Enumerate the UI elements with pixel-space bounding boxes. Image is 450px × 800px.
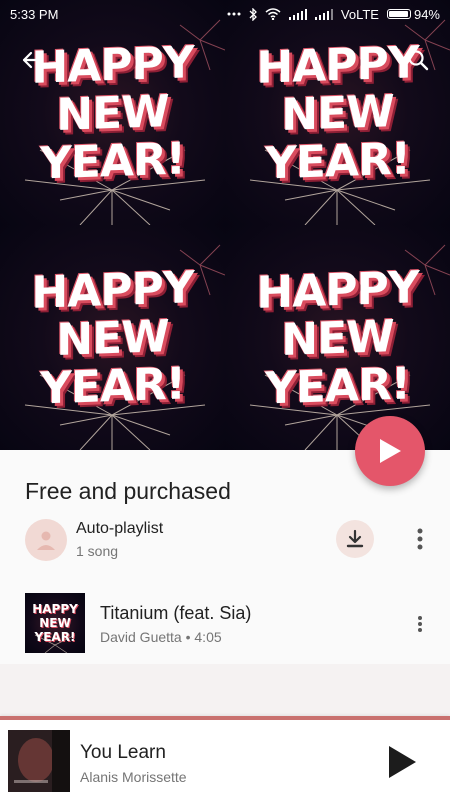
back-button[interactable] xyxy=(14,42,50,78)
art-line: NEW xyxy=(281,86,394,141)
more-vert-icon xyxy=(417,528,423,550)
track-title: Titanium (feat. Sia) xyxy=(100,603,252,623)
happy-new-year-text: HAPPY NEW YEAR! xyxy=(225,262,450,415)
track-meta: David Guetta • 4:05 xyxy=(100,629,222,645)
status-icons: VoLTE 94% xyxy=(227,7,440,22)
download-button[interactable] xyxy=(336,520,374,558)
art-line: YEAR! xyxy=(34,630,76,644)
track-more-button[interactable] xyxy=(405,604,435,644)
signal-icon xyxy=(288,8,307,20)
header-art-collage: HAPPY NEW YEAR! HAPPY NEW YEAR! HAPPY NE… xyxy=(0,0,450,450)
album-art-tile: HAPPY NEW YEAR! xyxy=(0,0,225,225)
art-line: HAPPY xyxy=(256,262,419,319)
art-line: HAPPY xyxy=(32,602,78,616)
battery-icon xyxy=(386,9,411,19)
auto-playlist-count: 1 song xyxy=(76,543,119,559)
more-dots-icon xyxy=(227,12,241,16)
auto-playlist-row[interactable]: Auto-playlist 1 song xyxy=(0,512,450,568)
art-line: HAPPY xyxy=(31,262,194,319)
status-time: 5:33 PM xyxy=(10,6,59,22)
art-line: YEAR! xyxy=(265,358,410,415)
bluetooth-icon xyxy=(249,7,257,21)
play-all-fab[interactable] xyxy=(355,416,425,486)
now-playing-bar[interactable]: You Learn Alanis Morissette xyxy=(0,716,450,800)
track-album-art: HAPPY NEW YEAR! xyxy=(25,593,85,653)
status-bar: 5:33 PM VoLTE 94% xyxy=(0,0,450,28)
section-title: Free and purchased xyxy=(25,478,231,504)
search-icon xyxy=(408,50,429,71)
now-playing-album-art xyxy=(8,730,70,792)
art-line: YEAR! xyxy=(265,133,410,190)
auto-playlist-avatar xyxy=(25,519,67,561)
battery-fill xyxy=(388,11,408,17)
play-icon xyxy=(389,746,416,778)
track-row[interactable]: HAPPY NEW YEAR! Titanium (feat. Sia) Dav… xyxy=(0,588,450,660)
arrow-back-icon xyxy=(22,51,43,69)
empty-list-area xyxy=(0,664,450,716)
battery-percent: 94% xyxy=(413,6,440,22)
album-art-tile: HAPPY NEW YEAR! xyxy=(225,225,450,450)
album-art-image xyxy=(8,730,70,792)
playback-progress[interactable] xyxy=(0,716,450,720)
person-icon xyxy=(37,531,55,550)
playlist-more-button[interactable] xyxy=(405,519,435,559)
auto-playlist-title: Auto-playlist xyxy=(76,520,164,537)
now-playing-play-button[interactable] xyxy=(378,738,426,786)
album-art-tile: HAPPY NEW YEAR! xyxy=(0,225,225,450)
art-line: NEW xyxy=(56,86,169,141)
network-type: VoLTE xyxy=(340,6,379,22)
art-line: NEW xyxy=(39,616,71,630)
art-line: YEAR! xyxy=(40,133,185,190)
more-vert-icon xyxy=(418,616,422,632)
thumb-art-text: HAPPY NEW YEAR! xyxy=(25,602,85,644)
search-button[interactable] xyxy=(400,42,436,78)
happy-new-year-text: HAPPY NEW YEAR! xyxy=(0,262,225,415)
download-icon xyxy=(346,529,364,548)
screen: HAPPY NEW YEAR! HAPPY NEW YEAR! HAPPY NE… xyxy=(0,0,450,800)
art-line: YEAR! xyxy=(40,358,185,415)
now-playing-artist: Alanis Morissette xyxy=(80,769,187,785)
art-line: NEW xyxy=(281,311,394,366)
wifi-icon xyxy=(265,8,281,20)
signal-icon xyxy=(314,8,333,20)
battery-indicator: 94% xyxy=(386,6,440,22)
art-line: NEW xyxy=(56,311,169,366)
now-playing-title: You Learn xyxy=(80,742,166,763)
album-art-tile: HAPPY NEW YEAR! xyxy=(225,0,450,225)
play-icon xyxy=(380,439,401,463)
